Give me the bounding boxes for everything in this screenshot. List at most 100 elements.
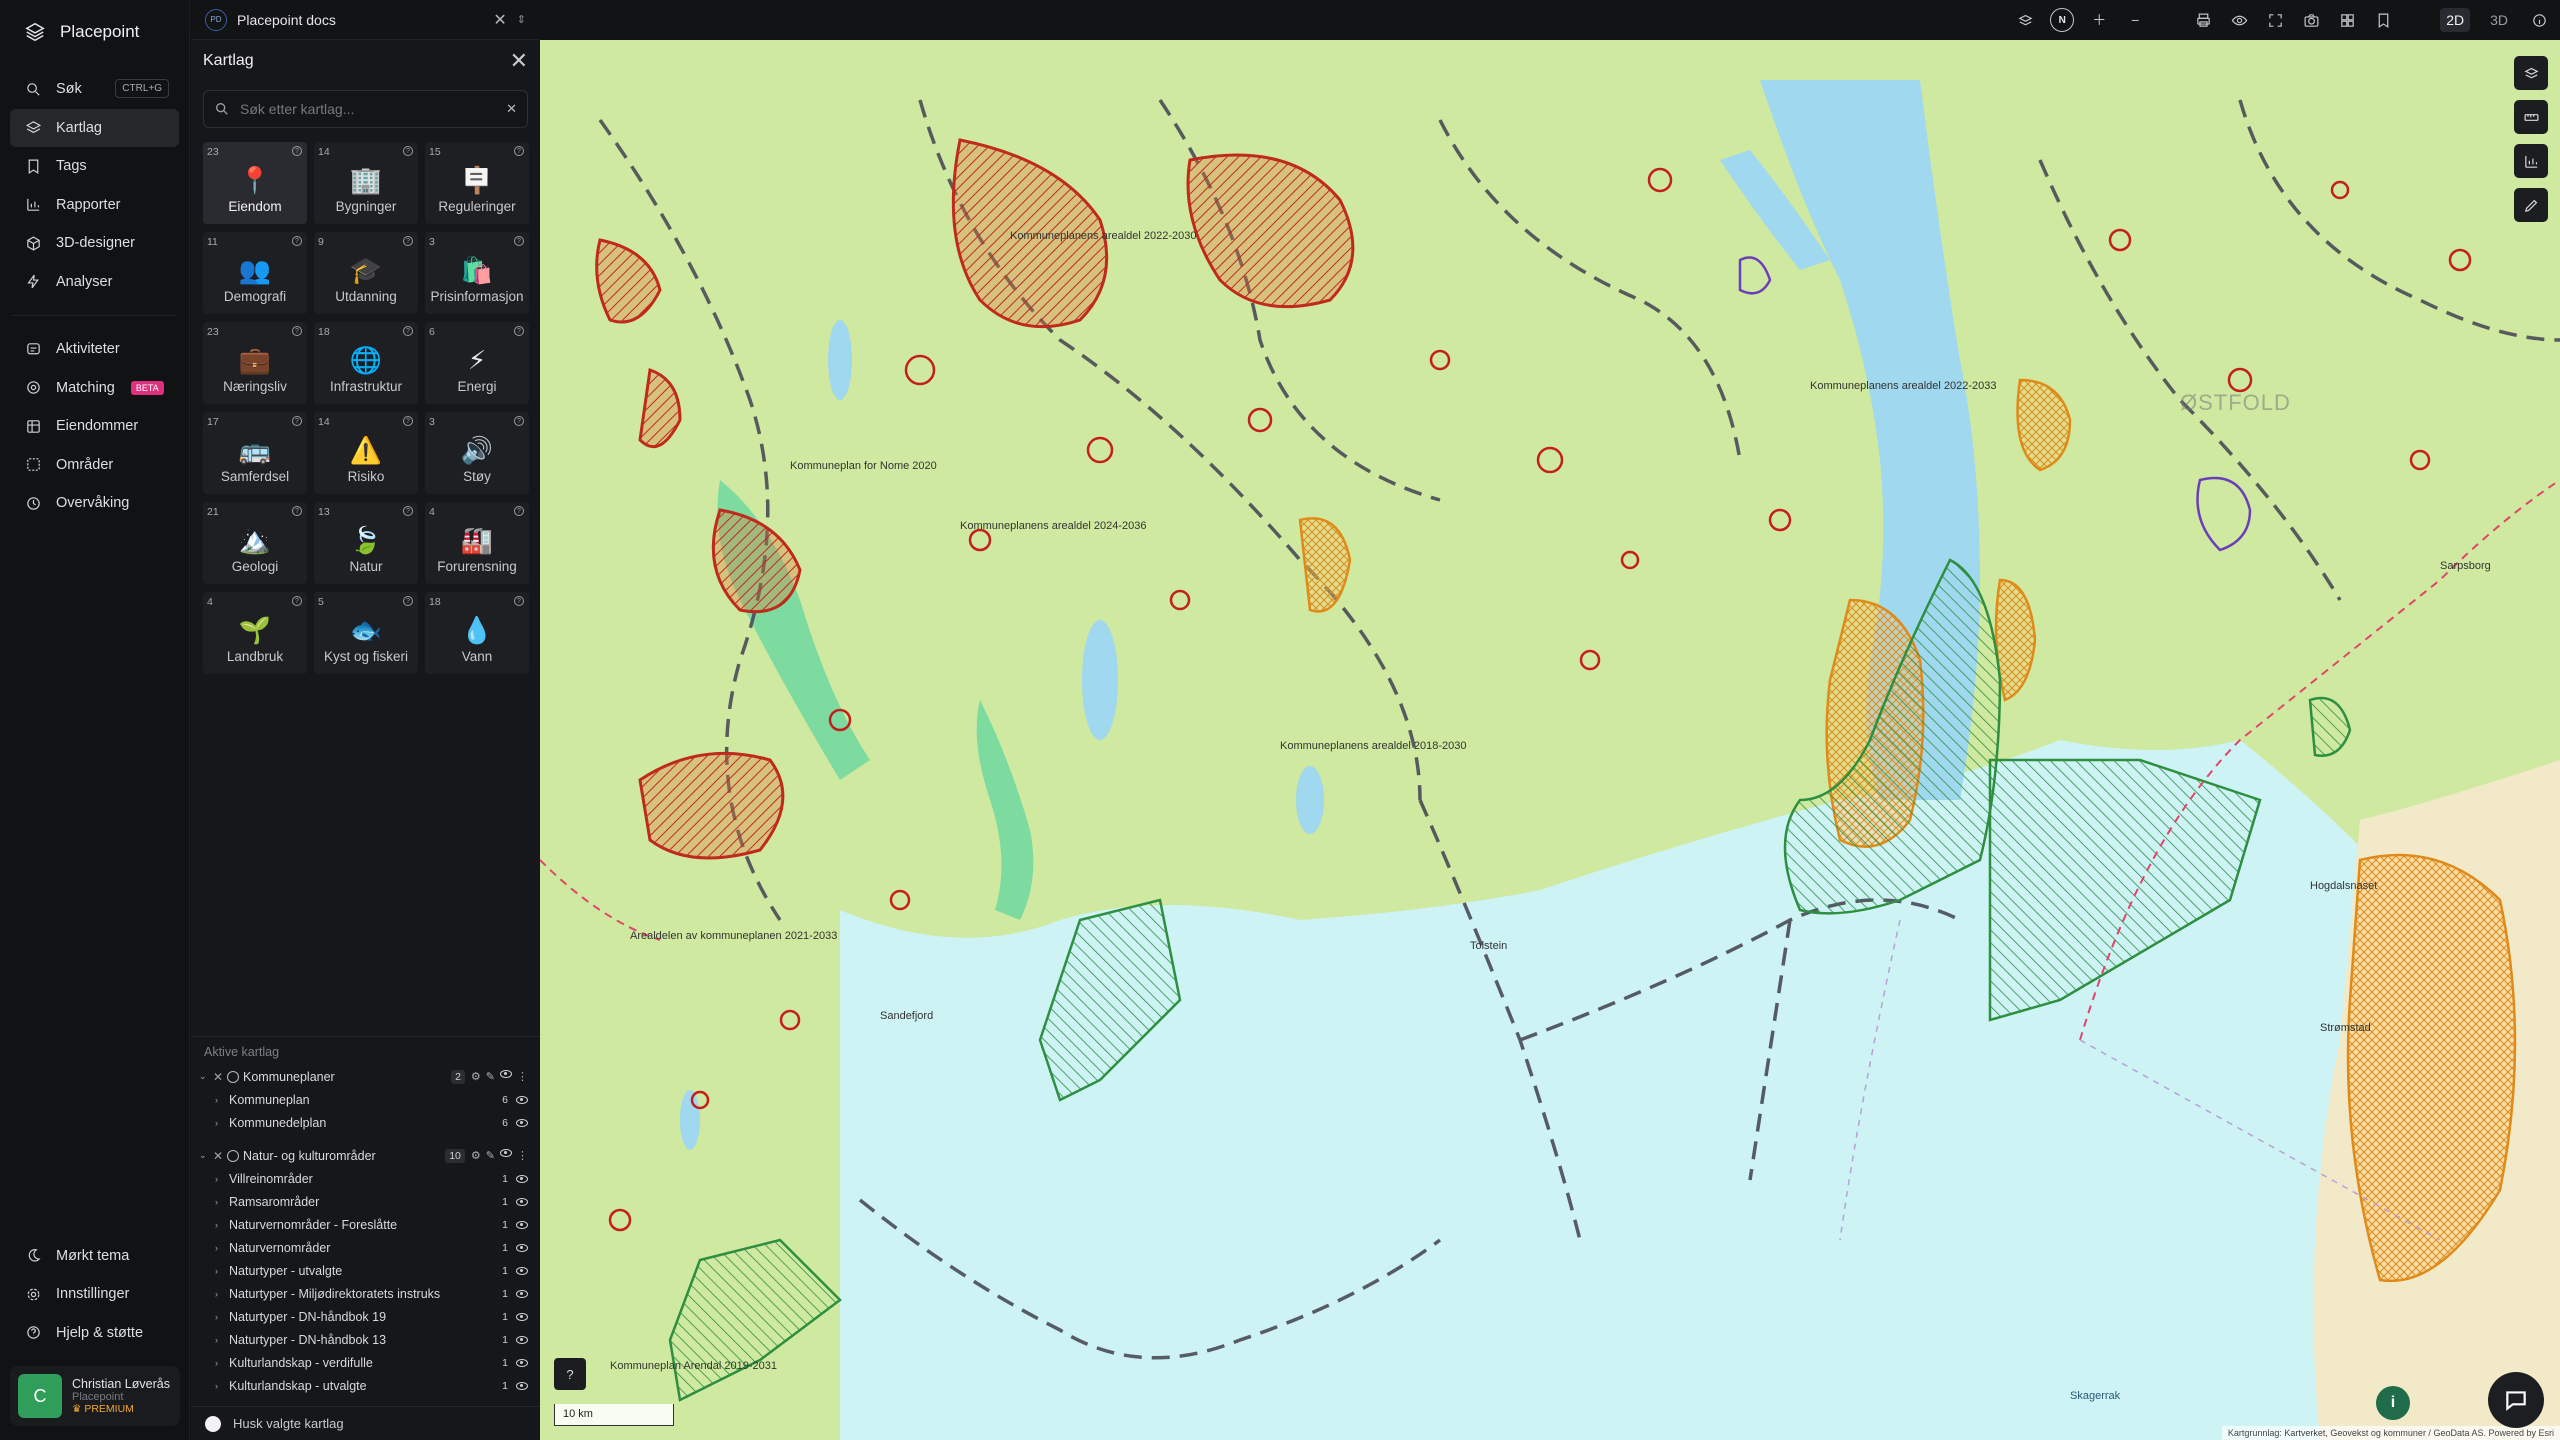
chevron-down-icon[interactable]: ⌄ [199,1150,213,1161]
chevron-right-icon[interactable]: › [215,1358,229,1368]
info-button[interactable]: i [2376,1386,2410,1420]
nav-item-help[interactable]: Hjelp & støtte [10,1314,180,1352]
visibility-icon[interactable] [516,1243,528,1252]
layer-item[interactable]: › Kommuneplan 6 [191,1088,540,1111]
category-tile[interactable]: 17? 🚌 Samferdsel [203,412,307,494]
nav-item-matching[interactable]: Matching BETA [10,369,179,407]
user-profile[interactable]: C Christian Løverås Placepoint ♛ PREMIUM [10,1366,180,1426]
category-tile[interactable]: 23? 📍 Eiendom [203,142,307,224]
layers-stack-icon[interactable] [2014,9,2036,31]
info-icon[interactable]: ? [292,596,302,606]
visibility-icon[interactable] [516,1289,528,1298]
layer-item[interactable]: › Naturtyper - utvalgte 1 [191,1259,540,1282]
layer-item[interactable]: › Naturtyper - DN-håndbok 13 1 [191,1328,540,1351]
nav-item-dark-theme[interactable]: Mørkt tema [10,1237,180,1275]
layer-item[interactable]: › Ramsarområder 1 [191,1190,540,1213]
category-tile[interactable]: 23? 💼 Næringsliv [203,322,307,404]
visibility-icon[interactable] [516,1381,528,1390]
layer-item[interactable]: › Kulturlandskap - verdifulle 1 [191,1351,540,1374]
category-tile[interactable]: 13? 🍃 Natur [314,502,418,584]
category-tile[interactable]: 6? ⚡ Energi [425,322,529,404]
category-tile[interactable]: 21? 🏔️ Geologi [203,502,307,584]
visibility-icon[interactable] [516,1266,528,1275]
measure-tool-button[interactable] [2514,100,2548,134]
chevron-right-icon[interactable]: › [215,1174,229,1184]
chevron-right-icon[interactable]: › [215,1197,229,1207]
toggle-knob[interactable] [205,1415,221,1432]
layer-item[interactable]: › Kommunedelplan 6 [191,1111,540,1134]
visibility-icon[interactable] [516,1312,528,1321]
chevron-right-icon[interactable]: › [215,1095,229,1105]
camera-icon[interactable] [2300,9,2322,31]
chevron-right-icon[interactable]: › [215,1335,229,1345]
info-icon[interactable]: ? [403,326,413,336]
visibility-icon[interactable] [516,1118,528,1127]
chevron-right-icon[interactable]: › [215,1266,229,1276]
nav-item-tags[interactable]: Tags [10,147,179,185]
info-icon[interactable]: ? [514,416,524,426]
edit-icon[interactable]: ✎ [486,1070,495,1083]
info-icon[interactable]: ? [514,506,524,516]
visibility-icon[interactable] [516,1220,528,1229]
visibility-icon[interactable] [516,1358,528,1367]
compass-button[interactable]: N [2050,8,2075,32]
chart-tool-button[interactable] [2514,144,2548,178]
draw-tool-button[interactable] [2514,188,2548,222]
more-icon[interactable]: ⋮ [517,1070,528,1083]
category-tile[interactable]: 11? 👥 Demografi [203,232,307,314]
category-tile[interactable]: 3? 🛍️ Prisinformasjon [425,232,529,314]
remember-layers-toggle[interactable]: Husk valgte kartlag [191,1406,540,1440]
layer-group-header[interactable]: ⌄ ✕ Kommuneplaner 2 ⚙ ✎ ⋮ [191,1065,540,1088]
chevron-down-icon[interactable]: ⌄ [199,1071,213,1082]
map-canvas[interactable]: Kommuneplanens arealdel 2022-2030 Kommun… [540,40,2560,1440]
info-icon[interactable]: ? [292,326,302,336]
layer-group-header[interactable]: ⌄ ✕ Natur- og kulturområder 10 ⚙ ✎ ⋮ [191,1144,540,1167]
nav-item-aktiviteter[interactable]: Aktiviteter [10,330,179,368]
category-tile[interactable]: 9? 🎓 Utdanning [314,232,418,314]
more-icon[interactable]: ⋮ [517,1149,528,1162]
nav-item-sok[interactable]: Søk CTRL+G [10,70,179,108]
zoom-in-icon[interactable]: ＋ [2088,9,2110,31]
info-icon[interactable]: ? [514,236,524,246]
chevron-right-icon[interactable]: › [215,1381,229,1391]
zoom-out-icon[interactable]: − [2124,9,2146,31]
chevron-right-icon[interactable]: › [215,1220,229,1230]
eye-icon[interactable] [2228,9,2250,31]
category-tile[interactable]: 4? 🌱 Landbruk [203,592,307,674]
info-icon[interactable]: ? [403,146,413,156]
nav-item-kartlag[interactable]: Kartlag [10,108,179,147]
nav-item-overvaking[interactable]: Overvåking [10,484,179,522]
layer-search-input[interactable] [240,101,497,117]
info-icon[interactable]: ? [403,416,413,426]
nav-item-omrader[interactable]: Områder [10,446,179,484]
layer-item[interactable]: › Villreinområder 1 [191,1167,540,1190]
info-icon[interactable]: ? [403,236,413,246]
visibility-icon[interactable] [500,1149,512,1157]
info-icon[interactable]: ? [403,506,413,516]
chevron-right-icon[interactable]: › [215,1289,229,1299]
info-icon[interactable] [2528,9,2550,31]
layer-item[interactable]: › Naturvernområder - Foreslåtte 1 [191,1213,540,1236]
view-2d-button[interactable]: 2D [2440,8,2471,32]
basemap-icon[interactable] [2336,9,2358,31]
clear-icon[interactable]: ✕ [506,101,517,117]
layer-item[interactable]: › Naturtyper - Miljødirektoratets instruk… [191,1282,540,1305]
nav-item-eiendommer[interactable]: Eiendommer [10,407,179,445]
visibility-icon[interactable] [516,1197,528,1206]
category-tile[interactable]: 4? 🏭 Forurensning [425,502,529,584]
info-icon[interactable]: ? [403,596,413,606]
chat-button[interactable] [2488,1372,2544,1428]
chevron-updown-icon[interactable]: ⇕ [517,13,526,26]
layer-item[interactable]: › Naturtyper - DN-håndbok 19 1 [191,1305,540,1328]
category-tile[interactable]: 3? 🔊 Støy [425,412,529,494]
layer-item[interactable]: › Kulturlandskap - utvalgte 1 [191,1374,540,1397]
info-icon[interactable]: ? [292,416,302,426]
chevron-right-icon[interactable]: › [215,1118,229,1128]
fullscreen-icon[interactable] [2264,9,2286,31]
visibility-icon[interactable] [516,1335,528,1344]
view-3d-button[interactable]: 3D [2484,8,2514,32]
settings-icon[interactable]: ⚙ [471,1070,481,1083]
edit-icon[interactable]: ✎ [486,1149,495,1162]
bookmark-icon[interactable] [2372,9,2394,31]
nav-item-3d-designer[interactable]: 3D-designer [10,224,179,262]
